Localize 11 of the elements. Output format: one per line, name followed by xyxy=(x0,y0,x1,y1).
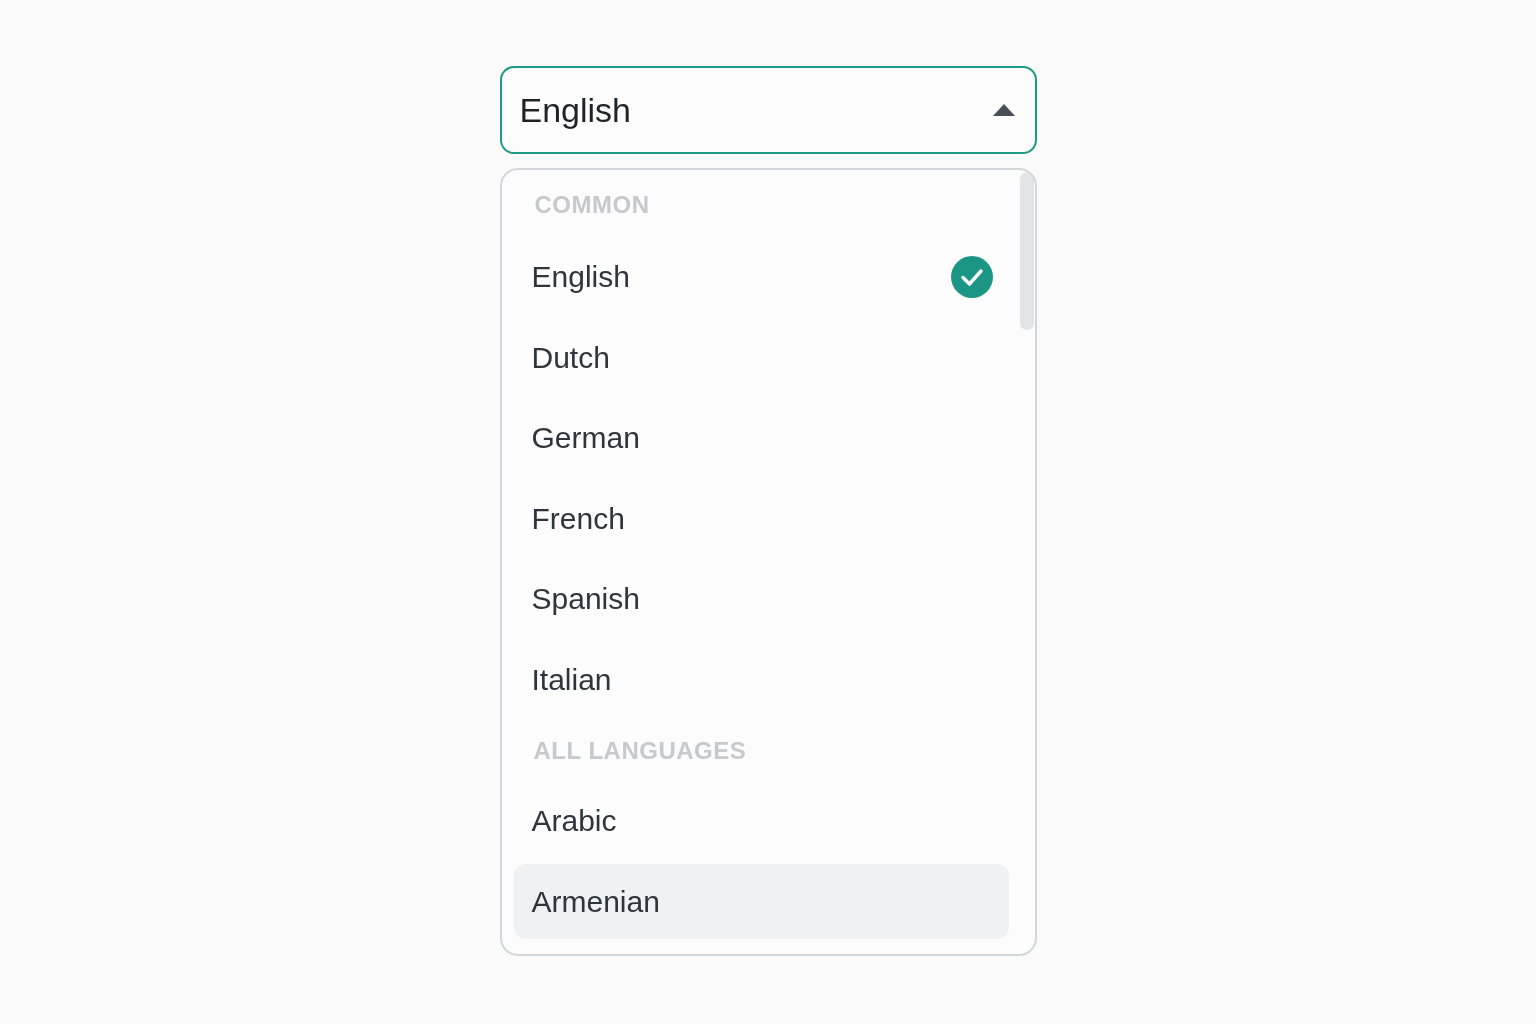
language-option[interactable]: German xyxy=(513,400,1009,476)
check-icon xyxy=(950,256,993,299)
language-option[interactable]: French xyxy=(513,481,1009,557)
language-option[interactable]: Italian xyxy=(513,642,1009,718)
scrollbar-thumb[interactable] xyxy=(1019,172,1034,330)
language-option[interactable]: Armenian xyxy=(513,864,1009,940)
language-option[interactable]: Spanish xyxy=(513,561,1009,637)
language-option[interactable]: Arabic xyxy=(513,783,1009,859)
language-select[interactable]: English xyxy=(499,66,1037,154)
language-option[interactable]: English xyxy=(513,239,1009,315)
language-option[interactable]: Dutch xyxy=(513,320,1009,396)
